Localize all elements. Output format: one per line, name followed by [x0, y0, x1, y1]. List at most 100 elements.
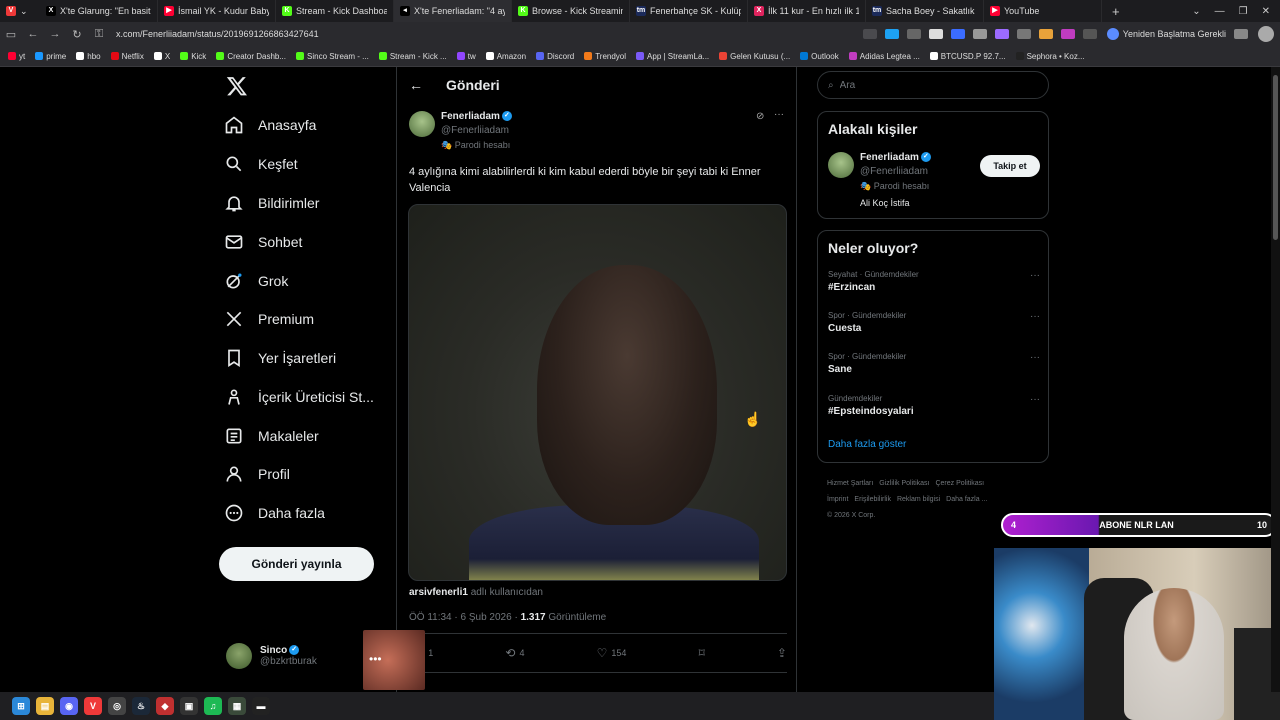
bookmark-item[interactable]: tw [456, 52, 476, 61]
chevron-down-icon[interactable]: ⌄ [20, 6, 28, 17]
author-name[interactable]: Fenerliadam [441, 111, 500, 122]
grid-icon[interactable] [1234, 29, 1248, 39]
extension-icon[interactable] [950, 29, 965, 39]
browser-tab[interactable]: tm Fenerbahçe SK - Kulüp pro [630, 0, 748, 22]
discord-icon[interactable]: ◉ [60, 697, 78, 715]
bookmark-item[interactable]: Adidas Legtea ... [848, 52, 920, 61]
person-handle[interactable]: @Fenerliiadam [860, 166, 928, 177]
more-options-icon[interactable]: ··· [1030, 270, 1040, 281]
tab-list-icon[interactable]: ⌄ [1192, 6, 1200, 17]
steam-icon[interactable]: ♨ [132, 697, 150, 715]
bookmark-item[interactable]: X [153, 52, 170, 61]
bookmark-item[interactable]: Trendyol [584, 52, 626, 61]
share-button[interactable]: ⇪ [777, 646, 787, 660]
post-video[interactable]: ☝ [408, 204, 787, 581]
bookmark-button[interactable]: ⌑ [699, 646, 705, 660]
bookmark-item[interactable]: Discord [536, 52, 574, 61]
footer-link[interactable]: Reklam bilgisi [897, 496, 940, 503]
grok-icon[interactable]: ⊘ [756, 111, 764, 122]
bookmark-item[interactable]: yt [8, 52, 25, 61]
repost-button[interactable]: ⟲ 4 [505, 646, 524, 660]
nav-item[interactable]: Sohbet [224, 229, 302, 255]
reload-icon[interactable]: ↻ [66, 28, 88, 41]
like-button[interactable]: ♡ 154 [597, 646, 627, 660]
footer-link[interactable]: Daha fazla ... [946, 496, 987, 503]
more-options-icon[interactable]: ··· [1030, 311, 1040, 322]
more-options-icon[interactable]: ··· [1030, 394, 1040, 405]
trend-item[interactable]: Spor · Gündemdekiler Cuesta ··· [828, 311, 1040, 334]
extension-icon[interactable] [1060, 29, 1075, 39]
extension-icon[interactable] [972, 29, 987, 39]
show-more-link[interactable]: Daha fazla göster [828, 439, 906, 450]
footer-link[interactable]: İmprint [827, 496, 848, 503]
footer-link[interactable]: Gizlilik Politikası [879, 480, 929, 487]
nav-item[interactable]: Makaleler [224, 423, 319, 449]
trend-item[interactable]: Seyahat · Gündemdekiler #Erzincan ··· [828, 270, 1040, 293]
scrollbar-thumb[interactable] [1273, 75, 1278, 240]
extension-icon[interactable] [862, 29, 877, 39]
search-input[interactable] [839, 79, 1020, 91]
browser-tab[interactable]: ◂ X'te Fenerliadam: "4 aylığın [394, 0, 512, 22]
bookmark-item[interactable]: Sinco Stream - ... [296, 52, 369, 61]
person-name[interactable]: Fenerliadam [860, 152, 919, 163]
back-arrow-icon[interactable]: ← [409, 77, 423, 93]
x-logo-icon[interactable] [226, 75, 248, 97]
nav-item[interactable]: Bildirimler [224, 190, 319, 216]
nav-item[interactable]: Keşfet [224, 151, 298, 177]
maximize-icon[interactable]: ❐ [1239, 6, 1248, 17]
browser-tab[interactable]: K Stream - Kick Dashboard [276, 0, 394, 22]
forward-icon[interactable]: → [44, 28, 66, 40]
author-handle[interactable]: @Fenerliiadam [441, 125, 509, 136]
profile-avatar[interactable] [1258, 26, 1274, 42]
page-scrollbar[interactable] [1271, 67, 1280, 692]
bookmark-item[interactable]: Amazon [485, 52, 526, 61]
back-icon[interactable]: ← [22, 28, 44, 40]
bookmark-item[interactable]: BTCUSD.P 92.7... [929, 52, 1006, 61]
extension-icon[interactable] [1016, 29, 1031, 39]
account-switcher[interactable]: Sinco ✓ @bzkrtburak [226, 643, 317, 669]
author-avatar[interactable] [409, 111, 435, 137]
bookmark-item[interactable]: hbo [76, 52, 101, 61]
vpn-icon[interactable] [1082, 29, 1097, 39]
bookmark-item[interactable]: Netflix [110, 52, 144, 61]
post-timestamp[interactable]: ÖÖ 11:34 · 6 Şub 2026 · [409, 612, 521, 623]
credit-user[interactable]: arsivfenerli1 [409, 587, 468, 598]
footer-link[interactable]: Çerez Politikası [935, 480, 984, 487]
new-tab-icon[interactable]: + [1112, 4, 1120, 19]
browser-tab[interactable]: ▶ İsmail YK - Kudur Baby ( Ug [158, 0, 276, 22]
nav-item[interactable]: Daha fazla [224, 500, 325, 526]
close-icon[interactable]: ✕ [1262, 6, 1270, 17]
more-options-icon[interactable]: ··· [774, 109, 784, 120]
nav-item[interactable]: Profil [224, 461, 290, 487]
bookmark-item[interactable]: Gelen Kutusu (... [719, 52, 790, 61]
browser-tab[interactable]: K Browse - Kick Streaming [512, 0, 630, 22]
extension-icon[interactable] [1038, 29, 1053, 39]
bookmark-item[interactable]: Stream - Kick ... [378, 52, 447, 61]
extension-icon[interactable] [906, 29, 921, 39]
windows-start-icon[interactable]: ⊞ [12, 697, 30, 715]
bookmark-item[interactable]: Kick [180, 52, 206, 61]
spotify-icon[interactable]: ♫ [204, 697, 222, 715]
follow-button[interactable]: Takip et [980, 155, 1040, 177]
trend-item[interactable]: Gündemdekiler #Epsteindosyalari ··· [828, 394, 1040, 417]
obs-icon[interactable]: ◎ [108, 697, 126, 715]
url-field[interactable]: x.com/Fenerliiadam/status/20196912668634… [116, 29, 319, 39]
browser-tab[interactable]: ▶ YouTube [984, 0, 1102, 22]
extension-icon[interactable] [928, 29, 943, 39]
nav-item[interactable]: Anasayfa [224, 112, 316, 138]
terminal-icon[interactable]: ▬ [252, 697, 270, 715]
browser-tab[interactable]: tm Sacha Boey - Sakatlık geçmi [866, 0, 984, 22]
nav-item[interactable]: Yer İşaretleri [224, 345, 336, 371]
footer-link[interactable]: Erişilebilirlik [854, 496, 891, 503]
app-icon[interactable]: ▦ [228, 697, 246, 715]
browser-tab[interactable]: X X'te Glarung: "En basitinde [40, 0, 158, 22]
capcut-icon[interactable]: ▣ [180, 697, 198, 715]
extension-icon[interactable] [994, 29, 1009, 39]
extension-icon[interactable] [884, 29, 899, 39]
person-avatar[interactable] [828, 152, 854, 178]
post-button[interactable]: Gönderi yayınla [219, 547, 374, 581]
vivaldi-icon[interactable]: V [84, 697, 102, 715]
nav-item[interactable]: Premium [224, 306, 314, 332]
browser-menu[interactable]: V ⌄ [0, 0, 40, 22]
bookmark-item[interactable]: Creator Dashb... [216, 52, 286, 61]
